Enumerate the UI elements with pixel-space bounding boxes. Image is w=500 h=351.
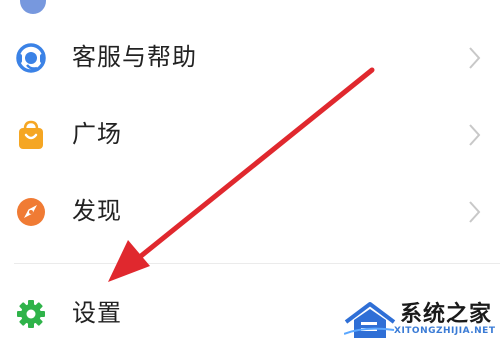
section-divider bbox=[14, 263, 500, 264]
menu-item-label: 设置 bbox=[72, 299, 122, 327]
gear-icon bbox=[17, 300, 45, 328]
watermark-subtitle: XITONGZHIJIA.NET bbox=[394, 326, 496, 336]
shopping-bag-icon bbox=[19, 120, 43, 149]
previous-menu-item-partial[interactable] bbox=[0, 0, 500, 22]
menu-item-label: 广场 bbox=[72, 120, 122, 148]
menu-item-discover[interactable]: 发现 bbox=[0, 180, 500, 244]
menu-item-label: 客服与帮助 bbox=[72, 43, 197, 71]
chevron-right-icon bbox=[469, 124, 481, 146]
house-logo-icon bbox=[344, 302, 396, 338]
headset-icon bbox=[16, 43, 46, 73]
watermark: 系统之家 XITONGZHIJIA.NET bbox=[340, 296, 500, 351]
partial-icon bbox=[20, 0, 46, 14]
watermark-title: 系统之家 bbox=[400, 302, 493, 327]
chevron-right-icon bbox=[470, 0, 480, 8]
chevron-right-icon bbox=[469, 201, 481, 223]
compass-icon bbox=[17, 198, 45, 226]
chevron-right-icon bbox=[469, 47, 481, 69]
menu-item-square[interactable]: 广场 bbox=[0, 103, 500, 167]
menu-item-customer-service[interactable]: 客服与帮助 bbox=[0, 26, 500, 90]
menu-item-label: 发现 bbox=[72, 197, 122, 225]
